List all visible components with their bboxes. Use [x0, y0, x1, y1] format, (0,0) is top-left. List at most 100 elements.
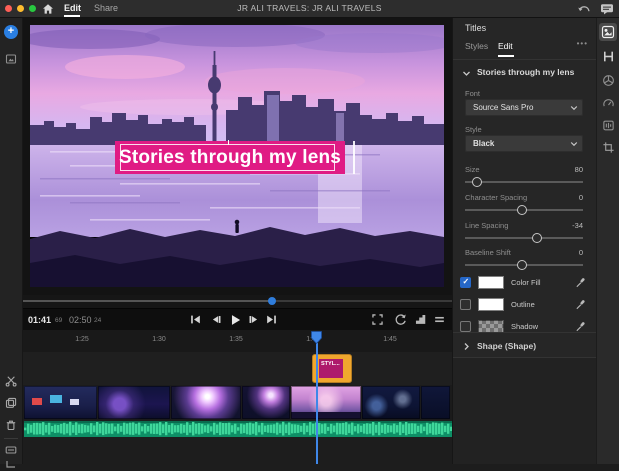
- playhead-handle[interactable]: [311, 331, 322, 344]
- audio-track[interactable]: [22, 421, 452, 437]
- panel-rail: [596, 17, 619, 464]
- titlebar: Edit Share JR ALI TRAVELS: JR ALI TRAVEL…: [0, 0, 619, 18]
- fill-checkbox[interactable]: [460, 321, 471, 332]
- loop-icon[interactable]: [394, 313, 408, 327]
- step-forward-icon[interactable]: [248, 313, 262, 327]
- step-back-icon[interactable]: [209, 313, 223, 327]
- tab-edit-panel[interactable]: Edit: [498, 41, 513, 51]
- eyedropper-icon[interactable]: [575, 277, 587, 289]
- current-frames: 69: [55, 317, 63, 324]
- titles-panel-icon[interactable]: [599, 23, 617, 41]
- ruler-tick: 1:30: [152, 336, 166, 343]
- style-value: Black: [473, 139, 495, 148]
- clip-thumbnail[interactable]: [171, 386, 241, 419]
- clip-thumbnail[interactable]: [24, 386, 97, 419]
- comments-icon[interactable]: [600, 3, 614, 15]
- title-clip[interactable]: STYL...: [312, 354, 352, 383]
- textbox-edge-handle[interactable]: [353, 141, 355, 174]
- track-height-icon[interactable]: [5, 444, 17, 456]
- fullscreen-icon[interactable]: [371, 313, 385, 327]
- size-slider[interactable]: [465, 176, 583, 188]
- app-window: { "colors": { "accent_blue": "#2f7ddc", …: [0, 0, 619, 468]
- title-overlay[interactable]: Stories through my lens: [115, 140, 345, 174]
- outline-row: Outline: [453, 295, 596, 315]
- size-slider-thumb[interactable]: [471, 177, 482, 187]
- media-bin-icon[interactable]: [5, 53, 17, 65]
- style-dropdown[interactable]: Black: [465, 135, 583, 152]
- fill-checkbox[interactable]: [460, 277, 471, 288]
- duplicate-icon[interactable]: [5, 397, 17, 409]
- font-dropdown[interactable]: Source Sans Pro: [465, 99, 583, 116]
- eyedropper-icon[interactable]: [575, 299, 587, 311]
- timeline-ruler[interactable]: 1:25 1:30 1:35 1:40 1:45: [22, 330, 452, 353]
- transport-bar: 01:41 69 02:50 24: [22, 308, 452, 331]
- baseline-shift-slider[interactable]: [465, 259, 583, 271]
- character-spacing-label: Character Spacing: [465, 193, 528, 202]
- panel-tab-underline: [498, 55, 514, 57]
- section-title[interactable]: Stories through my lens: [477, 67, 574, 77]
- title-clip-label: STYL...: [319, 359, 343, 378]
- clip-thumbnail[interactable]: [421, 386, 450, 419]
- audio-waveform: [24, 421, 452, 437]
- baseline-shift-label: Baseline Shift: [465, 248, 511, 257]
- font-label: Font: [465, 89, 481, 98]
- project-title: JR ALI TRAVELS: JR ALI TRAVELS: [237, 3, 382, 13]
- clip-thumbnail[interactable]: [98, 386, 170, 419]
- character-spacing-thumb[interactable]: [516, 205, 527, 215]
- panel-more-icon[interactable]: •••: [577, 39, 588, 48]
- line-spacing-label: Line Spacing: [465, 221, 509, 230]
- clip-thumbnail[interactable]: [362, 386, 420, 419]
- fill-label: Color Fill: [511, 278, 541, 287]
- total-frames: 24: [94, 317, 102, 324]
- scrubber-handle[interactable]: [268, 297, 276, 305]
- panel-divider: [453, 332, 596, 333]
- character-spacing-slider[interactable]: [465, 204, 583, 216]
- selection-handle[interactable]: [227, 140, 229, 145]
- video-frame[interactable]: Stories through my lens: [30, 25, 444, 287]
- line-spacing-thumb[interactable]: [531, 233, 542, 243]
- baseline-shift-thumb[interactable]: [516, 260, 527, 270]
- delete-icon[interactable]: [5, 419, 17, 431]
- playhead-line[interactable]: [316, 343, 318, 464]
- speed-panel-icon[interactable]: [599, 94, 617, 112]
- clip-thumbnail[interactable]: [242, 386, 290, 419]
- current-timecode: 01:41: [28, 315, 52, 325]
- preview-scrubber[interactable]: [22, 295, 452, 308]
- panel-title: Titles: [465, 23, 487, 33]
- video-track: [22, 385, 452, 420]
- size-value: 80: [574, 165, 583, 174]
- split-icon[interactable]: [5, 375, 17, 387]
- fill-checkbox[interactable]: [460, 299, 471, 310]
- audio-panel-icon[interactable]: [599, 116, 617, 134]
- transitions-panel-icon[interactable]: [599, 47, 617, 65]
- undo-icon[interactable]: [577, 3, 591, 15]
- line-spacing-value: -34: [572, 221, 583, 230]
- tab-styles[interactable]: Styles: [465, 41, 488, 51]
- ruler-tick: 1:35: [229, 336, 243, 343]
- color-fill-row: Color Fill: [453, 273, 596, 293]
- quality-icon[interactable]: [414, 313, 428, 327]
- expand-tracks-icon[interactable]: [5, 459, 17, 471]
- clip-thumbnail[interactable]: [291, 386, 361, 419]
- crop-panel-icon[interactable]: [599, 138, 617, 156]
- title-track: STYL...: [22, 352, 452, 385]
- shape-section[interactable]: Shape (Shape): [453, 337, 596, 355]
- fill-swatch[interactable]: [478, 276, 504, 289]
- chevron-right-icon: [462, 342, 471, 351]
- add-media-icon[interactable]: [4, 25, 18, 39]
- transport-menu-icon[interactable]: [433, 313, 447, 327]
- chevron-down-icon[interactable]: [462, 69, 471, 78]
- line-spacing-slider[interactable]: [465, 232, 583, 244]
- title-overlay-text: Stories through my lens: [118, 146, 342, 168]
- titles-panel: Titles Styles Edit ••• Stories through m…: [452, 17, 596, 464]
- ruler-tick: 1:25: [75, 336, 89, 343]
- fill-swatch[interactable]: [478, 298, 504, 311]
- skip-forward-icon[interactable]: [265, 313, 279, 327]
- skip-back-icon[interactable]: [189, 313, 203, 327]
- play-icon[interactable]: [228, 313, 242, 327]
- color-panel-icon[interactable]: [599, 71, 617, 89]
- chevron-down-icon: [570, 104, 578, 112]
- size-label: Size: [465, 165, 480, 174]
- font-value: Source Sans Pro: [473, 103, 534, 112]
- style-label: Style: [465, 125, 482, 134]
